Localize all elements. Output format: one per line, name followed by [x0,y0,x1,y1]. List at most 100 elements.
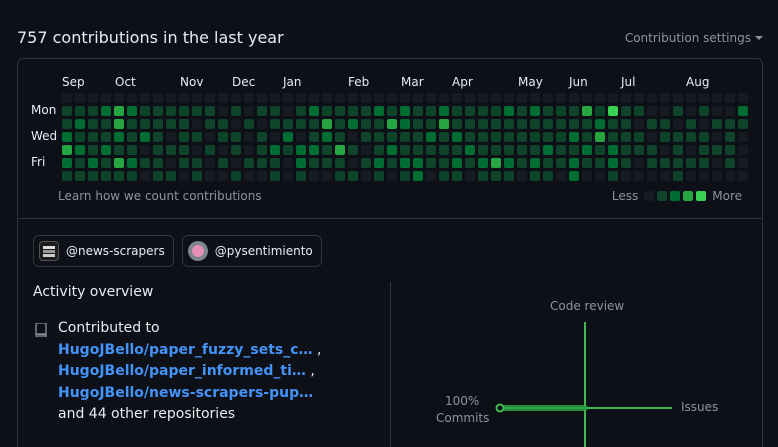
contribution-day[interactable] [738,145,748,155]
contribution-day[interactable] [582,119,592,129]
contribution-day[interactable] [660,132,670,142]
learn-contributions-link[interactable]: Learn how we count contributions [58,189,262,203]
contribution-day[interactable] [413,106,423,116]
repo-link[interactable]: HugoJBello/news-scrapers-pup… [58,385,313,401]
contribution-day[interactable] [75,171,85,181]
contribution-day[interactable] [582,132,592,142]
contribution-day[interactable] [556,158,566,168]
contribution-day[interactable] [75,119,85,129]
contribution-day[interactable] [569,132,579,142]
contribution-day[interactable] [634,93,644,103]
contribution-day[interactable] [452,145,462,155]
contribution-day[interactable] [517,145,527,155]
contribution-day[interactable] [257,119,267,129]
contribution-day[interactable] [114,119,124,129]
contribution-day[interactable] [361,171,371,181]
contribution-day[interactable] [400,93,410,103]
contribution-day[interactable] [621,171,631,181]
contribution-day[interactable] [478,106,488,116]
contribution-day[interactable] [283,106,293,116]
contribution-day[interactable] [543,171,553,181]
contribution-day[interactable] [413,93,423,103]
contribution-day[interactable] [712,171,722,181]
contribution-day[interactable] [660,119,670,129]
contribution-day[interactable] [283,132,293,142]
contribution-day[interactable] [686,145,696,155]
contribution-day[interactable] [725,158,735,168]
contribution-day[interactable] [114,158,124,168]
contribution-day[interactable] [621,106,631,116]
contribution-day[interactable] [166,106,176,116]
contribution-day[interactable] [660,171,670,181]
contribution-day[interactable] [309,158,319,168]
contribution-day[interactable] [465,132,475,142]
contribution-day[interactable] [257,158,267,168]
contribution-day[interactable] [725,93,735,103]
contribution-day[interactable] [309,93,319,103]
contribution-day[interactable] [387,106,397,116]
contribution-day[interactable] [140,93,150,103]
contribution-day[interactable] [361,119,371,129]
contribution-day[interactable] [62,171,72,181]
contribution-day[interactable] [738,158,748,168]
contribution-day[interactable] [140,145,150,155]
contribution-day[interactable] [556,106,566,116]
contribution-day[interactable] [608,158,618,168]
contribution-day[interactable] [595,132,605,142]
contribution-day[interactable] [218,119,228,129]
contribution-day[interactable] [725,106,735,116]
contribution-day[interactable] [296,119,306,129]
contribution-day[interactable] [166,145,176,155]
contribution-day[interactable] [153,158,163,168]
contribution-day[interactable] [660,106,670,116]
contribution-day[interactable] [660,158,670,168]
contribution-day[interactable] [686,171,696,181]
contribution-day[interactable] [218,106,228,116]
contribution-day[interactable] [309,145,319,155]
contribution-day[interactable] [465,106,475,116]
contribution-day[interactable] [75,93,85,103]
contribution-day[interactable] [491,158,501,168]
contribution-day[interactable] [439,93,449,103]
contribution-day[interactable] [270,119,280,129]
contribution-day[interactable] [140,158,150,168]
contribution-day[interactable] [244,158,254,168]
contribution-day[interactable] [361,132,371,142]
contribution-day[interactable] [114,106,124,116]
contribution-day[interactable] [296,158,306,168]
contribution-day[interactable] [504,119,514,129]
contribution-day[interactable] [699,119,709,129]
contribution-day[interactable] [179,93,189,103]
contribution-day[interactable] [517,119,527,129]
contribution-day[interactable] [556,145,566,155]
contribution-day[interactable] [621,93,631,103]
contribution-day[interactable] [738,93,748,103]
contribution-day[interactable] [296,106,306,116]
contribution-day[interactable] [686,93,696,103]
contribution-day[interactable] [153,171,163,181]
contribution-day[interactable] [400,171,410,181]
contribution-day[interactable] [673,171,683,181]
contribution-day[interactable] [179,132,189,142]
contribution-day[interactable] [62,145,72,155]
contribution-day[interactable] [543,93,553,103]
contribution-day[interactable] [699,171,709,181]
contribution-day[interactable] [725,145,735,155]
contribution-day[interactable] [270,132,280,142]
contribution-day[interactable] [673,145,683,155]
contribution-day[interactable] [348,119,358,129]
contribution-day[interactable] [335,132,345,142]
contribution-day[interactable] [569,171,579,181]
contribution-day[interactable] [322,93,332,103]
contribution-day[interactable] [634,119,644,129]
contribution-day[interactable] [426,158,436,168]
contribution-day[interactable] [62,93,72,103]
contribution-day[interactable] [205,119,215,129]
contribution-day[interactable] [374,106,384,116]
contribution-day[interactable] [335,106,345,116]
contribution-day[interactable] [296,132,306,142]
contribution-day[interactable] [647,106,657,116]
contribution-day[interactable] [205,145,215,155]
contribution-day[interactable] [413,145,423,155]
contribution-day[interactable] [491,132,501,142]
